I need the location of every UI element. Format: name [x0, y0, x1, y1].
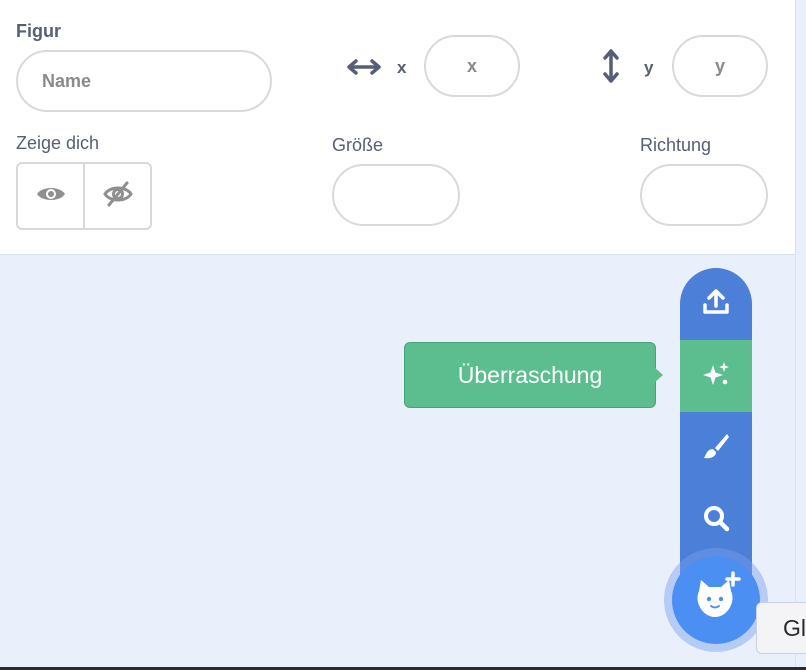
search-sprite-button[interactable] [680, 484, 752, 556]
x-input[interactable]: x [424, 35, 520, 97]
sparkles-icon [701, 359, 731, 394]
size-label: Größe [332, 135, 384, 155]
sprite-info-panel: Figur Name x x y y Zeige dich Größe Rich… [0, 0, 795, 255]
sprite-label: Figur [16, 21, 61, 41]
direction-input[interactable] [640, 164, 768, 226]
eye-icon [36, 184, 66, 209]
hide-button[interactable] [83, 164, 150, 228]
tooltip-arrow [654, 367, 663, 383]
vertical-arrows-icon [600, 48, 622, 84]
x-label: x [397, 58, 407, 77]
search-icon [701, 503, 731, 538]
choose-sprite-button[interactable] [672, 556, 760, 644]
upload-sprite-button[interactable] [680, 268, 752, 340]
horizontal-arrows-icon [346, 56, 382, 78]
scroll-edge [795, 0, 806, 670]
surprise-sprite-button[interactable] [680, 340, 752, 412]
size-input[interactable] [332, 164, 460, 226]
direction-label: Richtung [640, 135, 712, 155]
upload-icon [701, 287, 731, 322]
cat-plus-icon [689, 570, 743, 630]
side-tab[interactable]: Gl [756, 602, 806, 654]
brush-icon [701, 431, 731, 466]
y-input[interactable]: y [672, 35, 768, 97]
show-label: Zeige dich [16, 133, 100, 153]
surprise-tooltip: Überraschung [404, 342, 656, 408]
y-label: y [644, 58, 654, 77]
show-button[interactable] [18, 164, 83, 228]
eye-slash-icon [102, 181, 133, 212]
visibility-toggle [16, 162, 152, 230]
sprite-name-input[interactable]: Name [16, 50, 272, 112]
paint-sprite-button[interactable] [680, 412, 752, 484]
